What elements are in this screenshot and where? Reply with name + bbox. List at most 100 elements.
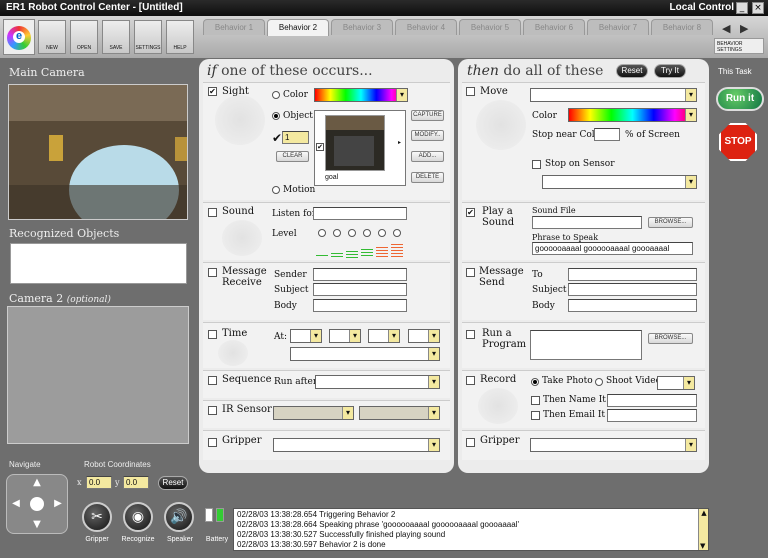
stop-sensor-dropdown[interactable]	[542, 175, 697, 189]
ir-sensor-dropdown-1[interactable]	[273, 406, 354, 420]
tab-behavior-7[interactable]: Behavior 7	[587, 19, 649, 35]
navigate-pad[interactable]: ▲ ▼ ◀ ▶	[6, 474, 68, 534]
gripper-button[interactable]: ✂	[82, 502, 112, 532]
tab-behavior-6[interactable]: Behavior 6	[523, 19, 585, 35]
run-after-dropdown[interactable]	[315, 375, 440, 389]
add-button[interactable]: ADD...	[411, 151, 444, 162]
program-path-field[interactable]	[530, 330, 642, 360]
sight-motion-radio[interactable]	[272, 186, 280, 194]
sound-checkbox[interactable]	[208, 208, 217, 217]
ir-sensor-dropdown-2[interactable]	[359, 406, 440, 420]
level-radio[interactable]	[348, 229, 356, 237]
object-count-field[interactable]: 1	[282, 131, 309, 144]
open-button[interactable]: OPEN	[70, 20, 98, 54]
sender-field[interactable]	[313, 268, 407, 281]
tab-behavior-3[interactable]: Behavior 3	[331, 19, 393, 35]
ir-sensor-checkbox[interactable]	[208, 406, 217, 415]
time-hour-dropdown[interactable]	[290, 329, 322, 343]
run-program-checkbox[interactable]	[466, 330, 475, 339]
shoot-video-radio[interactable]	[595, 378, 603, 386]
nav-up-icon[interactable]: ▲	[31, 477, 43, 489]
sight-color-radio[interactable]	[272, 91, 280, 99]
tab-behavior-2[interactable]: Behavior 2	[267, 19, 329, 36]
send-subject-field[interactable]	[568, 283, 697, 296]
time-minute-dropdown[interactable]	[329, 329, 361, 343]
then-reset-button[interactable]: Reset	[616, 64, 648, 78]
modify-button[interactable]: MODIFY..	[411, 130, 444, 141]
recognize-button[interactable]: ◉	[123, 502, 153, 532]
sound-browse-button[interactable]: BROWSE...	[648, 217, 693, 228]
sight-object-radio[interactable]	[272, 112, 280, 120]
take-photo-radio[interactable]	[531, 378, 539, 386]
tab-behavior-1[interactable]: Behavior 1	[203, 19, 265, 35]
capture-button[interactable]: CAPTURE	[411, 110, 444, 121]
receive-body-field[interactable]	[313, 299, 407, 312]
nav-right-icon[interactable]: ▶	[52, 498, 64, 510]
phrase-field[interactable]: goooooaaaal goooooaaaal goooaaaal	[532, 242, 693, 255]
name-it-checkbox[interactable]	[531, 396, 540, 405]
email-it-field[interactable]	[607, 409, 697, 422]
tab-prev-icon[interactable]: ◀	[722, 22, 730, 35]
listen-for-field[interactable]	[313, 207, 407, 220]
minimize-button[interactable]: _	[736, 2, 748, 14]
tab-behavior-5[interactable]: Behavior 5	[459, 19, 521, 35]
goal-thumbnail[interactable]	[325, 115, 385, 171]
tab-behavior-4[interactable]: Behavior 4	[395, 19, 457, 35]
level-radio[interactable]	[333, 229, 341, 237]
time-checkbox[interactable]	[208, 330, 217, 339]
message-send-checkbox[interactable]	[466, 268, 475, 277]
nav-left-icon[interactable]: ◀	[10, 498, 22, 510]
sight-color-dropdown[interactable]	[314, 88, 408, 102]
video-length-dropdown[interactable]	[657, 376, 695, 390]
coords-reset-button[interactable]: Reset	[158, 476, 188, 490]
nav-center-icon[interactable]	[30, 497, 44, 511]
level-radio[interactable]	[318, 229, 326, 237]
if-gripper-checkbox[interactable]	[208, 438, 217, 447]
move-dropdown[interactable]	[530, 88, 697, 102]
level-radio[interactable]	[393, 229, 401, 237]
close-button[interactable]: ×	[752, 2, 764, 14]
receive-subject-field[interactable]	[313, 283, 407, 296]
name-it-field[interactable]	[607, 394, 697, 407]
stop-near-pct-field[interactable]	[594, 128, 620, 141]
time-day-dropdown[interactable]	[290, 347, 440, 361]
tab-behavior-8[interactable]: Behavior 8	[651, 19, 713, 35]
send-body-field[interactable]	[568, 299, 697, 312]
help-button[interactable]: HELP	[166, 20, 194, 54]
level-radio[interactable]	[363, 229, 371, 237]
move-color-dropdown[interactable]	[568, 108, 697, 122]
tab-next-icon[interactable]: ▶	[740, 22, 748, 35]
play-sound-checkbox[interactable]: ✔	[466, 208, 475, 217]
sequence-checkbox[interactable]	[208, 376, 217, 385]
clear-button[interactable]: CLEAR	[276, 151, 309, 162]
then-gripper-checkbox[interactable]	[466, 438, 475, 447]
then-gripper-dropdown[interactable]	[530, 438, 697, 452]
log-scrollbar[interactable]: ▲ ▼	[698, 509, 708, 550]
list-scroll-icon[interactable]: ▸	[398, 139, 401, 146]
behavior-settings-button[interactable]: BEHAVIOR SETTINGS	[714, 38, 764, 54]
email-it-checkbox[interactable]	[531, 411, 540, 420]
send-to-field[interactable]	[568, 268, 697, 281]
speaker-button[interactable]: 🔊	[164, 502, 194, 532]
stop-on-sensor-checkbox[interactable]	[532, 160, 541, 169]
settings-button[interactable]: SETTINGS	[134, 20, 162, 54]
record-checkbox[interactable]	[466, 376, 475, 385]
stop-button[interactable]: STOP	[719, 123, 757, 161]
move-checkbox[interactable]	[466, 87, 475, 96]
scroll-up-icon[interactable]: ▲	[699, 509, 708, 517]
program-browse-button[interactable]: BROWSE...	[648, 333, 693, 344]
new-button[interactable]: NEW	[38, 20, 66, 54]
sight-checkbox[interactable]: ✔	[208, 87, 217, 96]
if-gripper-dropdown[interactable]	[273, 438, 440, 452]
goal-checkbox[interactable]: ✔	[316, 143, 324, 151]
run-it-button[interactable]: Run it	[716, 87, 764, 111]
scroll-down-icon[interactable]: ▼	[700, 542, 705, 550]
level-radio[interactable]	[378, 229, 386, 237]
message-receive-checkbox[interactable]	[208, 268, 217, 277]
save-button[interactable]: SAVE	[102, 20, 130, 54]
delete-button[interactable]: DELETE	[411, 172, 444, 183]
nav-down-icon[interactable]: ▼	[31, 519, 43, 531]
sound-file-field[interactable]	[532, 216, 642, 229]
time-second-dropdown[interactable]	[368, 329, 400, 343]
try-it-button[interactable]: Try It	[654, 64, 686, 78]
